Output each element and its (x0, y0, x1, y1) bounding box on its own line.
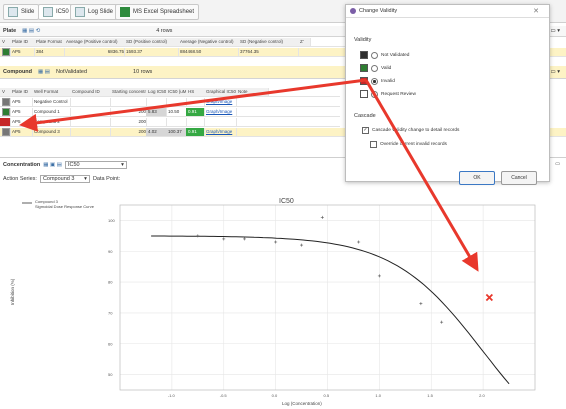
arrow-to-removed-point (364, 79, 479, 272)
annotation-arrows (19, 78, 479, 272)
arrow-to-invalid-row (19, 78, 367, 132)
